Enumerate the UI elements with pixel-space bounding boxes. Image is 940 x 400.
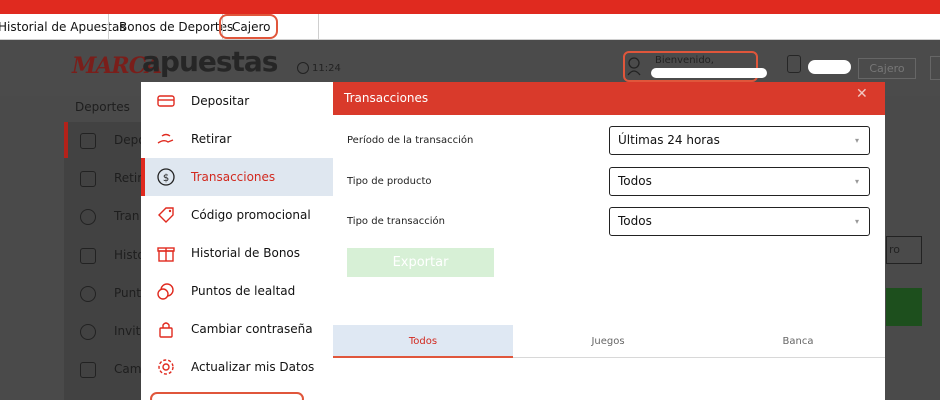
- tab-juegos[interactable]: Juegos: [513, 325, 703, 358]
- cashier-menu: Depositar Retirar $ Transacciones Código…: [141, 82, 333, 400]
- menu-bottom-highlight: [150, 392, 304, 400]
- bg-sidebar-label: Retir: [114, 171, 143, 185]
- bg-card-icon: [80, 133, 96, 149]
- transaction-type-value: Todos: [618, 214, 652, 228]
- bg-sidebar-active-bar: [64, 122, 68, 158]
- bg-sidebar-label: Cam: [114, 362, 142, 376]
- period-value: Últimas 24 horas: [618, 133, 720, 147]
- tab-divider: [513, 357, 885, 358]
- dollar-cycle-icon: $: [157, 168, 175, 186]
- panel-title: Transacciones: [344, 91, 429, 105]
- menu-item-codigo-promocional[interactable]: Código promocional: [141, 196, 333, 234]
- nav-separator: [108, 14, 109, 40]
- menu-item-historial-bonos[interactable]: Historial de Bonos: [141, 234, 333, 272]
- bg-sidebar-label: Tran: [114, 209, 140, 223]
- product-type-label: Tipo de producto: [347, 176, 432, 187]
- bg-hand-icon: [80, 171, 96, 187]
- lock-icon: [159, 322, 173, 338]
- top-nav: Historial de Apuestas Bonos de Deportes …: [0, 14, 940, 40]
- bg-gift-icon: [80, 248, 96, 264]
- cajero-button[interactable]: Cajero: [858, 58, 916, 79]
- menu-item-puntos-lealtad[interactable]: Puntos de lealtad: [141, 272, 333, 310]
- coins-icon: [157, 283, 174, 300]
- menu-item-cambiar-contrasena[interactable]: Cambiar contraseña: [141, 310, 333, 348]
- chevron-down-icon: ▾: [854, 177, 859, 186]
- menu-item-label: Actualizar mis Datos: [191, 360, 315, 374]
- clock-icon: [297, 62, 309, 74]
- menu-item-label: Retirar: [191, 132, 232, 146]
- menu-item-actualizar-datos[interactable]: Actualizar mis Datos: [141, 348, 333, 386]
- bag-icon[interactable]: [787, 55, 801, 73]
- clock-time: 11:24: [312, 63, 341, 74]
- nav-separator: [318, 14, 319, 40]
- menu-item-retirar[interactable]: Retirar: [141, 120, 333, 158]
- card-icon: [157, 95, 175, 107]
- bg-green-block: [886, 288, 922, 326]
- welcome-name-redacted: [651, 68, 767, 78]
- nav-cajero-highlight: [219, 14, 278, 39]
- period-label: Período de la transacción: [347, 135, 474, 146]
- tab-banca[interactable]: Banca: [703, 325, 893, 358]
- active-indicator: [141, 158, 145, 196]
- menu-item-label: Depositar: [191, 94, 250, 108]
- menu-item-label: Código promocional: [191, 208, 311, 222]
- logo-apuestas[interactable]: apuestas: [142, 45, 278, 78]
- menu-item-label: Puntos de lealtad: [191, 284, 296, 298]
- balance-pill[interactable]: [808, 60, 851, 74]
- menu-item-label: Cambiar contraseña: [191, 322, 313, 336]
- tab-todos[interactable]: Todos: [333, 325, 513, 358]
- menu-item-transacciones[interactable]: $ Transacciones: [141, 158, 333, 196]
- gear-icon: [158, 359, 174, 375]
- menu-item-label: Historial de Bonos: [191, 246, 301, 260]
- nav-historial-apuestas[interactable]: Historial de Apuestas: [0, 14, 126, 40]
- bg-dollar-icon: [80, 209, 96, 225]
- gift-icon: [157, 247, 175, 262]
- bg-share-icon: [80, 324, 96, 340]
- hand-money-icon: [157, 133, 174, 144]
- svg-text:$: $: [163, 173, 169, 184]
- deportes-heading: Deportes: [75, 100, 130, 114]
- menu-item-depositar[interactable]: Depositar: [141, 82, 333, 120]
- bg-coins-icon: [80, 286, 96, 302]
- menu-toggle[interactable]: [930, 56, 940, 80]
- tag-icon: [158, 207, 174, 223]
- transaction-type-select[interactable]: Todos ▾: [609, 207, 870, 236]
- bg-right-button: ro: [886, 236, 922, 264]
- close-icon[interactable]: ✕: [856, 86, 868, 102]
- user-icon: [627, 57, 641, 76]
- chevron-down-icon: ▾: [854, 136, 859, 145]
- transaction-type-label: Tipo de transacción: [347, 216, 445, 227]
- top-brand-bar: [0, 0, 940, 14]
- product-type-select[interactable]: Todos ▾: [609, 167, 870, 196]
- period-select[interactable]: Últimas 24 horas ▾: [609, 126, 870, 155]
- menu-item-label: Transacciones: [191, 170, 276, 184]
- bg-lock-icon: [80, 362, 96, 378]
- bg-sidebar-label: Invit: [114, 324, 141, 338]
- welcome-text: Bienvenido,: [655, 55, 714, 66]
- chevron-down-icon: ▾: [854, 217, 859, 226]
- bg-sidebar-label: Punt: [114, 286, 141, 300]
- product-type-value: Todos: [618, 174, 652, 188]
- nav-bonos-deportes[interactable]: Bonos de Deportes: [119, 14, 233, 40]
- export-button[interactable]: Exportar: [347, 248, 494, 277]
